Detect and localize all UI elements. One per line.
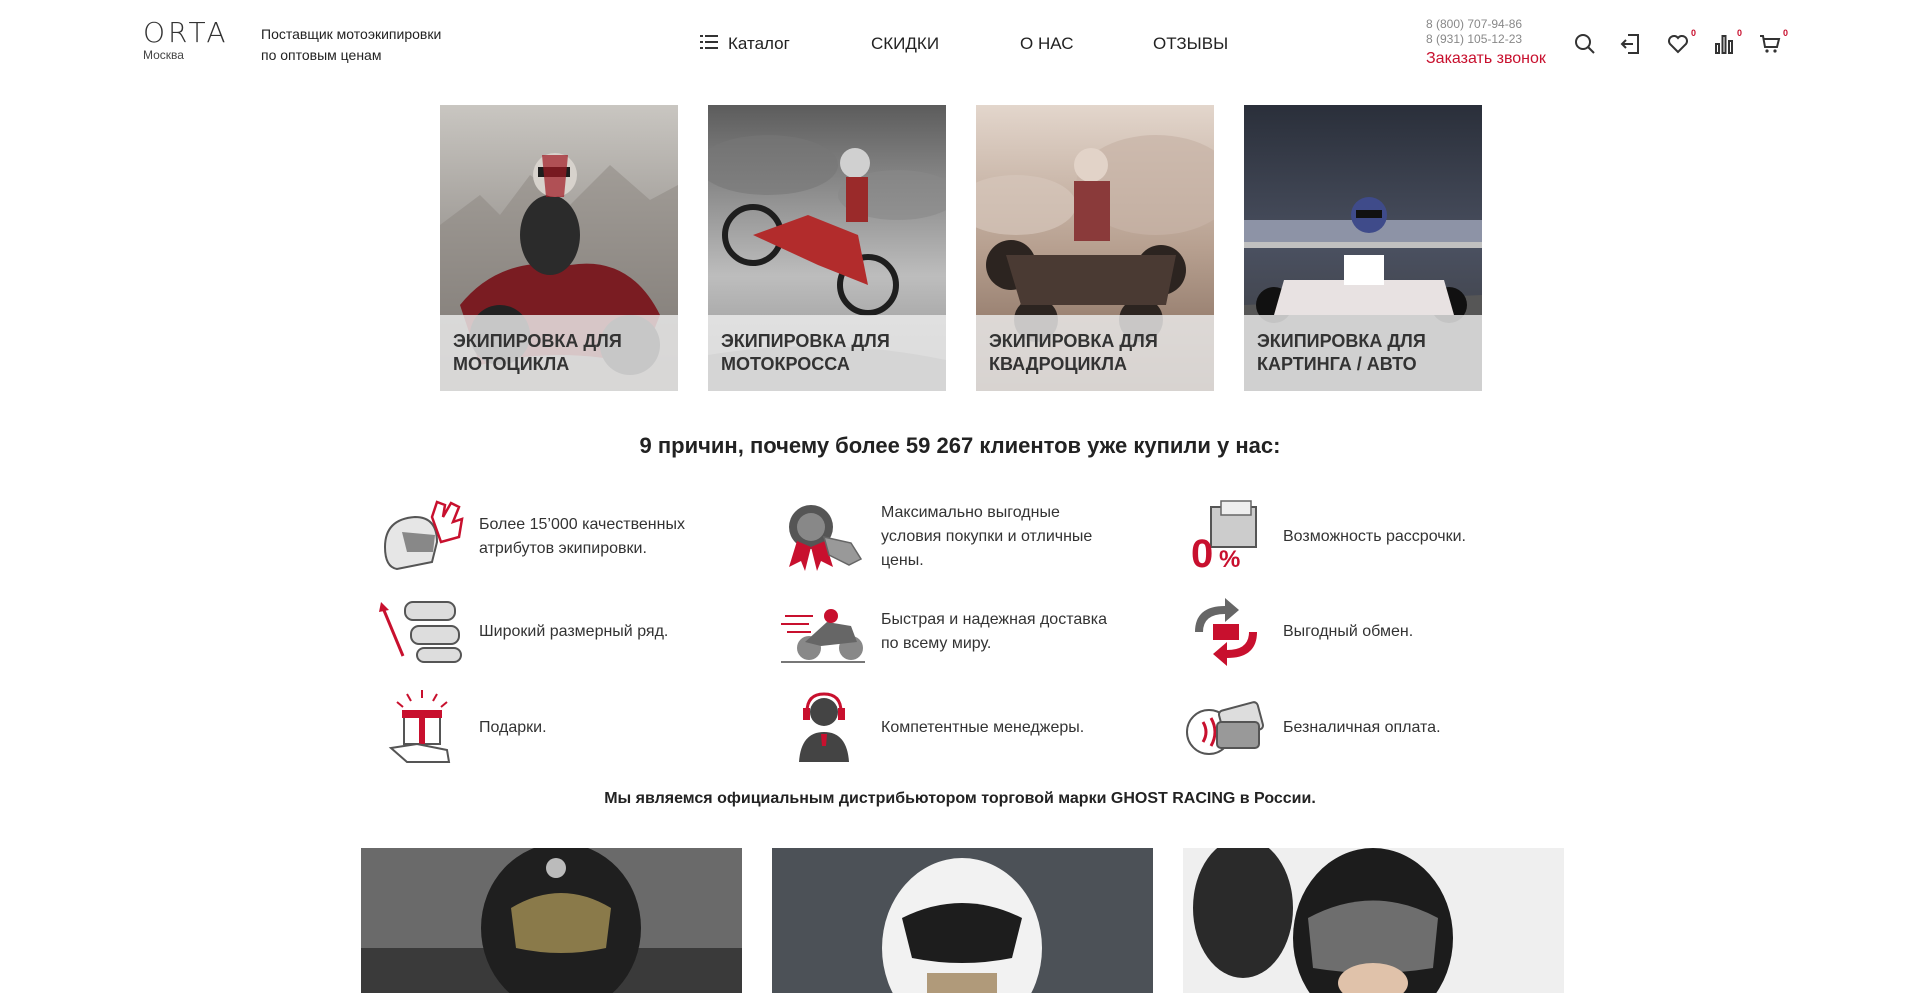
- category-label: ЭКИПИРОВКА ДЛЯ МОТОКРОССА: [708, 315, 946, 391]
- reason-item: Широкий размерный ряд.: [377, 592, 757, 672]
- manager-headset-icon: [779, 688, 869, 768]
- city-selector[interactable]: Москва: [143, 48, 229, 62]
- menu-icon: [700, 34, 718, 54]
- compare-icon[interactable]: 0: [1712, 28, 1742, 56]
- nav-catalog[interactable]: Каталог: [700, 34, 790, 54]
- heart-icon[interactable]: 0: [1666, 28, 1696, 56]
- search-icon[interactable]: [1573, 32, 1597, 56]
- reason-item: Максимально выгодные условия покупки и о…: [779, 497, 1159, 577]
- category-label: ЭКИПИРОВКА ДЛЯ КАРТИНГА / АВТО: [1244, 315, 1482, 391]
- reason-text: Безналичная оплата.: [1283, 719, 1441, 736]
- callback-link[interactable]: Заказать звонок: [1426, 50, 1546, 68]
- contacts: 8 (800) 707-94-86 8 (931) 105-12-23 Зака…: [1426, 17, 1546, 68]
- phone-1[interactable]: 8 (800) 707-94-86: [1426, 17, 1546, 32]
- reason-item: Более 15’000 качественных атрибутов экип…: [377, 497, 757, 577]
- zero-percent-wallet-icon: 0%: [1181, 497, 1271, 577]
- favorites-count: 0: [1690, 28, 1696, 38]
- compare-count: 0: [1736, 28, 1742, 38]
- gift-hand-icon: [377, 688, 467, 768]
- site-header: ORTA Москва Поставщик мотоэкипировки по …: [0, 0, 1920, 90]
- reason-text: Максимально выгодные условия покупки и о…: [881, 504, 1093, 569]
- nav-discounts[interactable]: СКИДКИ: [871, 34, 939, 54]
- category-card-motorcycle[interactable]: ЭКИПИРОВКА ДЛЯ МОТОЦИКЛА: [440, 105, 678, 391]
- category-card-atv[interactable]: ЭКИПИРОВКА ДЛЯ КВАДРОЦИКЛА: [976, 105, 1214, 391]
- tagline-line: по оптовым ценам: [261, 47, 382, 63]
- reason-item: 0% Возможность рассрочки.: [1181, 497, 1561, 577]
- goggles-size-icon: [377, 592, 467, 672]
- reason-item: Подарки.: [377, 688, 757, 768]
- login-icon[interactable]: [1619, 32, 1643, 56]
- category-label: ЭКИПИРОВКА ДЛЯ КВАДРОЦИКЛА: [976, 315, 1214, 391]
- reasons-title: 9 причин, почему более 59 267 клиентов у…: [639, 433, 1281, 458]
- promo-helmet-rider-image[interactable]: [361, 848, 742, 993]
- nav-about[interactable]: О НАС: [1020, 34, 1073, 54]
- nav-reviews[interactable]: ОТЗЫВЫ: [1153, 34, 1228, 54]
- nav-catalog-label: Каталог: [728, 34, 790, 53]
- tagline-line: Поставщик мотоэкипировки: [261, 26, 442, 42]
- svg-text:0: 0: [1191, 532, 1213, 576]
- reason-item: Быстрая и надежная доставка по всему мир…: [779, 592, 1159, 672]
- reason-item: Выгодный обмен.: [1181, 592, 1561, 672]
- reason-text: Подарки.: [479, 719, 547, 736]
- promo-open-helmet-image[interactable]: [1183, 848, 1564, 993]
- reason-text: Выгодный обмен.: [1283, 623, 1414, 640]
- reason-text: Компетентные менеджеры.: [881, 719, 1085, 736]
- tagline: Поставщик мотоэкипировки по оптовым цена…: [261, 24, 461, 66]
- category-grid: ЭКИПИРОВКА ДЛЯ МОТОЦИКЛА ЭКИПИРОВКА ДЛЯ …: [440, 105, 1482, 391]
- phone-2[interactable]: 8 (931) 105-12-23: [1426, 32, 1546, 47]
- logo-wordmark: ORTA: [143, 16, 229, 49]
- exchange-arrows-icon: [1181, 592, 1271, 672]
- reason-text: Возможность рассрочки.: [1283, 528, 1466, 545]
- promo-white-helmet-image[interactable]: [772, 848, 1153, 993]
- award-tag-icon: [779, 497, 869, 577]
- cart-icon[interactable]: 0: [1758, 28, 1788, 56]
- helmet-gloves-icon: [377, 497, 467, 577]
- reason-text: Широкий размерный ряд.: [479, 623, 669, 640]
- svg-text:%: %: [1219, 546, 1240, 573]
- category-card-karting[interactable]: ЭКИПИРОВКА ДЛЯ КАРТИНГА / АВТО: [1244, 105, 1482, 391]
- reason-text: Более 15’000 качественных атрибутов экип…: [479, 516, 685, 557]
- category-label: ЭКИПИРОВКА ДЛЯ МОТОЦИКЛА: [440, 315, 678, 391]
- logo[interactable]: ORTA Москва: [143, 16, 229, 63]
- contactless-card-icon: [1181, 688, 1271, 768]
- reason-text: Быстрая и надежная доставка по всему мир…: [881, 611, 1107, 652]
- reason-item: Компетентные менеджеры.: [779, 688, 1159, 768]
- fast-motorcycle-icon: [779, 592, 869, 672]
- category-card-motocross[interactable]: ЭКИПИРОВКА ДЛЯ МОТОКРОССА: [708, 105, 946, 391]
- distributor-note: Мы являемся официальным дистрибьютором т…: [604, 790, 1316, 807]
- reason-item: Безналичная оплата.: [1181, 688, 1561, 768]
- cart-count: 0: [1782, 28, 1788, 38]
